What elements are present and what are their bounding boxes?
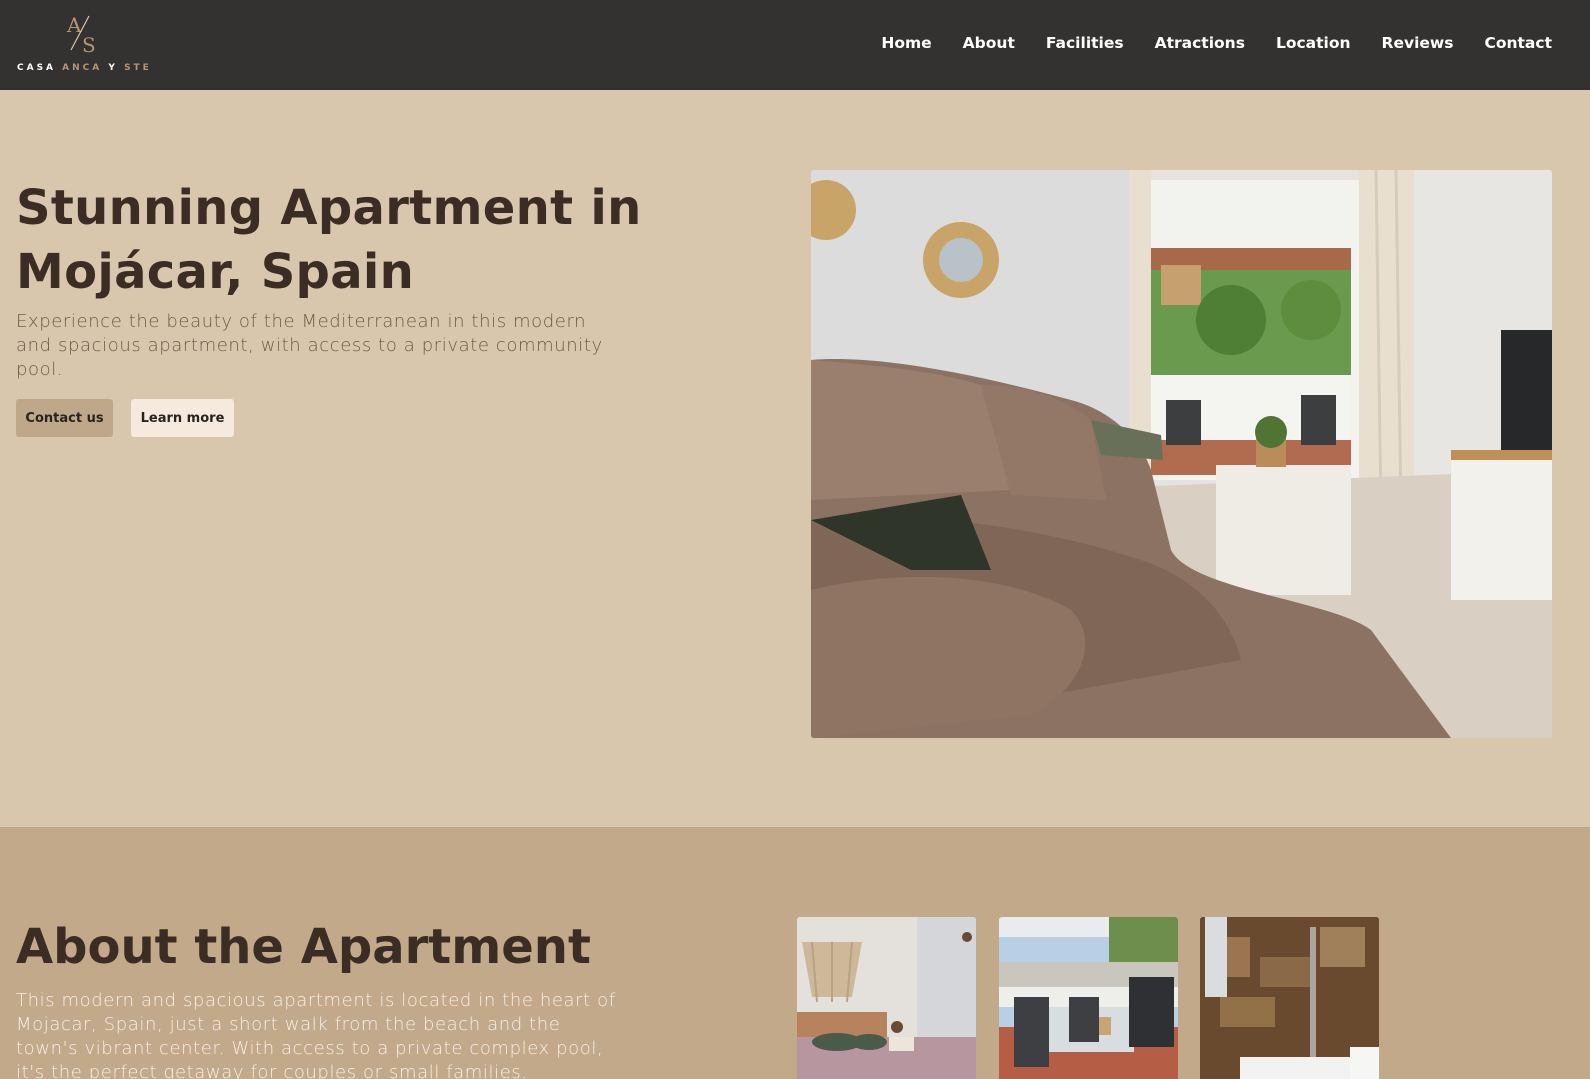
svg-text:S: S — [82, 33, 96, 56]
nav-home[interactable]: Home — [881, 34, 931, 52]
nav-reviews[interactable]: Reviews — [1382, 34, 1454, 52]
hero-subtitle: Experience the beauty of the Mediterrane… — [16, 311, 603, 380]
logo-monogram: A S — [66, 13, 96, 56]
nav-location[interactable]: Location — [1276, 34, 1351, 52]
nav-facilities[interactable]: Facilities — [1046, 34, 1124, 52]
nav-contact[interactable]: Contact — [1484, 34, 1552, 52]
about-title: About the Apartment — [16, 919, 591, 975]
bathroom-photo[interactable] — [1200, 917, 1379, 1079]
main-nav: Home About Facilities Atractions Locatio… — [881, 34, 1552, 52]
bedroom-photo[interactable] — [797, 917, 976, 1079]
terrace-photo[interactable] — [999, 917, 1178, 1079]
logo[interactable]: A S CASA ANCA Y STE — [17, 12, 152, 76]
hero-title: Stunning Apartment in Mojácar, Spain — [16, 180, 642, 300]
learn-more-button[interactable]: Learn more — [131, 399, 234, 437]
about-section: About the Apartment This modern and spac… — [0, 827, 1590, 1079]
living-room-photo — [811, 170, 1552, 738]
hero-section: Stunning Apartment in Mojácar, Spain Exp… — [0, 90, 1590, 827]
about-text: This modern and spacious apartment is lo… — [16, 990, 616, 1079]
nav-attractions[interactable]: Atractions — [1155, 34, 1245, 52]
nav-about[interactable]: About — [963, 34, 1015, 52]
contact-us-button[interactable]: Contact us — [16, 399, 113, 437]
site-header: A S CASA ANCA Y STE Home About Facilitie… — [0, 0, 1590, 90]
logo-wordmark: CASA ANCA Y STE — [17, 63, 152, 73]
